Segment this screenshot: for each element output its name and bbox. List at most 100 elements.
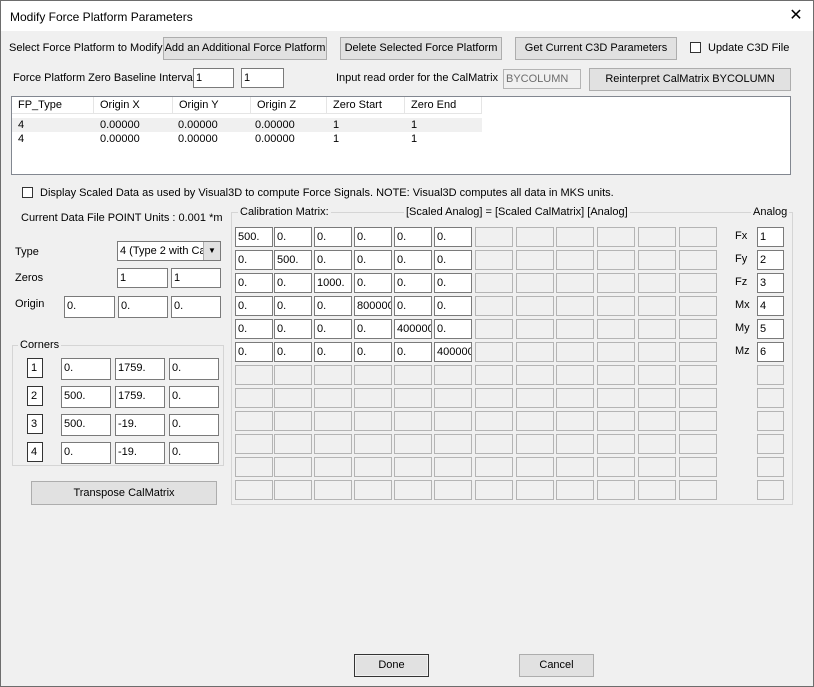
corner-4-x-input[interactable]: 0. (61, 442, 111, 464)
origin-x-input[interactable]: 0. (64, 296, 115, 318)
column-header-origin-y[interactable]: Origin Y (173, 97, 251, 114)
calmatrix-cell (679, 365, 717, 385)
corner-3-x-input[interactable]: 500. (61, 414, 111, 436)
chevron-down-icon[interactable]: ▼ (203, 242, 220, 260)
calmatrix-cell (638, 388, 676, 408)
corner-index: 4 (27, 442, 43, 462)
analog-channel-input[interactable]: 3 (757, 273, 784, 293)
column-header-zero-start[interactable]: Zero Start (327, 97, 405, 114)
analog-channel-input[interactable]: 4 (757, 296, 784, 316)
calmatrix-cell (597, 365, 635, 385)
display-scaled-checkbox[interactable] (22, 187, 33, 198)
calmatrix-cell[interactable]: 0. (235, 342, 273, 362)
calmatrix-cell[interactable]: 0. (434, 273, 472, 293)
corner-3-y-input[interactable]: -19. (115, 414, 165, 436)
calmatrix-cell (475, 411, 513, 431)
calmatrix-cell[interactable]: 0. (394, 296, 432, 316)
calmatrix-cell (274, 480, 312, 500)
zeros-end-input[interactable]: 1 (171, 268, 221, 288)
reinterpret-calmatrix-button[interactable]: Reinterpret CalMatrix BYCOLUMN (589, 68, 791, 91)
calmatrix-cell[interactable]: 0. (354, 342, 392, 362)
calmatrix-cell[interactable]: 0. (394, 227, 432, 247)
calmatrix-cell[interactable]: 0. (314, 227, 352, 247)
read-order-field: BYCOLUMN (503, 69, 581, 89)
calmatrix-cell[interactable]: 0. (235, 296, 273, 316)
calmatrix-cell[interactable]: 0. (274, 296, 312, 316)
calmatrix-cell[interactable]: 0. (354, 227, 392, 247)
calmatrix-cell (314, 411, 352, 431)
get-c3d-params-button[interactable]: Get Current C3D Parameters (515, 37, 677, 60)
analog-channel-input[interactable]: 1 (757, 227, 784, 247)
calmatrix-cell[interactable]: 0. (235, 250, 273, 270)
calmatrix-cell[interactable]: 0. (314, 319, 352, 339)
calmatrix-cell[interactable]: 0. (394, 273, 432, 293)
calmatrix-cell[interactable]: 500. (235, 227, 273, 247)
column-header-zero-end[interactable]: Zero End (405, 97, 482, 114)
calmatrix-cell[interactable]: 0. (274, 227, 312, 247)
column-header-origin-x[interactable]: Origin X (94, 97, 173, 114)
calmatrix-cell[interactable]: 0. (434, 296, 472, 316)
calmatrix-cell[interactable]: 0. (274, 342, 312, 362)
analog-channel-input (757, 411, 784, 431)
update-c3d-checkbox[interactable] (690, 42, 701, 53)
calmatrix-cell (314, 434, 352, 454)
calmatrix-cell[interactable]: 0. (394, 250, 432, 270)
table-row[interactable]: 4 0.00000 0.00000 0.00000 1 1 (12, 118, 482, 132)
zero-baseline-end-input[interactable]: 1 (241, 68, 284, 88)
calmatrix-cell[interactable]: 0. (434, 227, 472, 247)
calmatrix-cell[interactable]: 0. (354, 273, 392, 293)
calmatrix-cell[interactable]: 0. (354, 319, 392, 339)
calmatrix-cell[interactable]: 0. (434, 250, 472, 270)
calmatrix-cell (394, 388, 432, 408)
column-header-origin-z[interactable]: Origin Z (251, 97, 327, 114)
table-row[interactable]: 4 0.00000 0.00000 0.00000 1 1 (12, 132, 482, 146)
platform-list[interactable]: FP_Type Origin X Origin Y Origin Z Zero … (11, 96, 791, 175)
corner-2-z-input[interactable]: 0. (169, 386, 219, 408)
corner-1-x-input[interactable]: 0. (61, 358, 111, 380)
calmatrix-cell[interactable]: 500. (274, 250, 312, 270)
corner-1-z-input[interactable]: 0. (169, 358, 219, 380)
calmatrix-cell[interactable]: 400000 (434, 342, 472, 362)
calmatrix-cell[interactable]: 0. (314, 250, 352, 270)
calmatrix-cell[interactable]: 0. (354, 250, 392, 270)
corner-4-z-input[interactable]: 0. (169, 442, 219, 464)
analog-channel-input[interactable]: 2 (757, 250, 784, 270)
calmatrix-cell[interactable]: 0. (235, 319, 273, 339)
cancel-button[interactable]: Cancel (519, 654, 594, 677)
column-header-fp-type[interactable]: FP_Type (12, 97, 94, 114)
calmatrix-cell[interactable]: 400000 (394, 319, 432, 339)
calmatrix-cell (274, 457, 312, 477)
calmatrix-cell (679, 342, 717, 362)
calmatrix-cell[interactable]: 0. (434, 319, 472, 339)
calmatrix-cell[interactable]: 0. (274, 319, 312, 339)
origin-y-input[interactable]: 0. (118, 296, 168, 318)
calmatrix-cell[interactable]: 0. (314, 296, 352, 316)
done-button[interactable]: Done (354, 654, 429, 677)
add-platform-button[interactable]: Add an Additional Force Platform (163, 37, 327, 60)
zeros-start-input[interactable]: 1 (117, 268, 168, 288)
calmatrix-cell[interactable]: 0. (235, 273, 273, 293)
corner-4-y-input[interactable]: -19. (115, 442, 165, 464)
origin-z-input[interactable]: 0. (171, 296, 221, 318)
calmatrix-cell[interactable]: 800000 (354, 296, 392, 316)
transpose-calmatrix-button[interactable]: Transpose CalMatrix (31, 481, 217, 505)
corner-3-z-input[interactable]: 0. (169, 414, 219, 436)
calmatrix-cell (556, 227, 594, 247)
calmatrix-cell (434, 365, 472, 385)
corner-2-x-input[interactable]: 500. (61, 386, 111, 408)
corner-1-y-input[interactable]: 1759. (115, 358, 165, 380)
calmatrix-cell (679, 457, 717, 477)
analog-channel-input[interactable]: 6 (757, 342, 784, 362)
delete-platform-button[interactable]: Delete Selected Force Platform (340, 37, 502, 60)
zero-baseline-start-input[interactable]: 1 (193, 68, 234, 88)
calmatrix-cell[interactable]: 0. (274, 273, 312, 293)
analog-channel-input[interactable]: 5 (757, 319, 784, 339)
update-c3d-label: Update C3D File (708, 42, 790, 54)
calmatrix-cell (354, 434, 392, 454)
type-select[interactable]: 4 (Type 2 with Ca ▼ (117, 241, 221, 261)
corner-2-y-input[interactable]: 1759. (115, 386, 165, 408)
calmatrix-cell[interactable]: 0. (394, 342, 432, 362)
calmatrix-cell[interactable]: 1000. (314, 273, 352, 293)
close-icon[interactable]: ✕ (779, 1, 813, 31)
calmatrix-cell[interactable]: 0. (314, 342, 352, 362)
